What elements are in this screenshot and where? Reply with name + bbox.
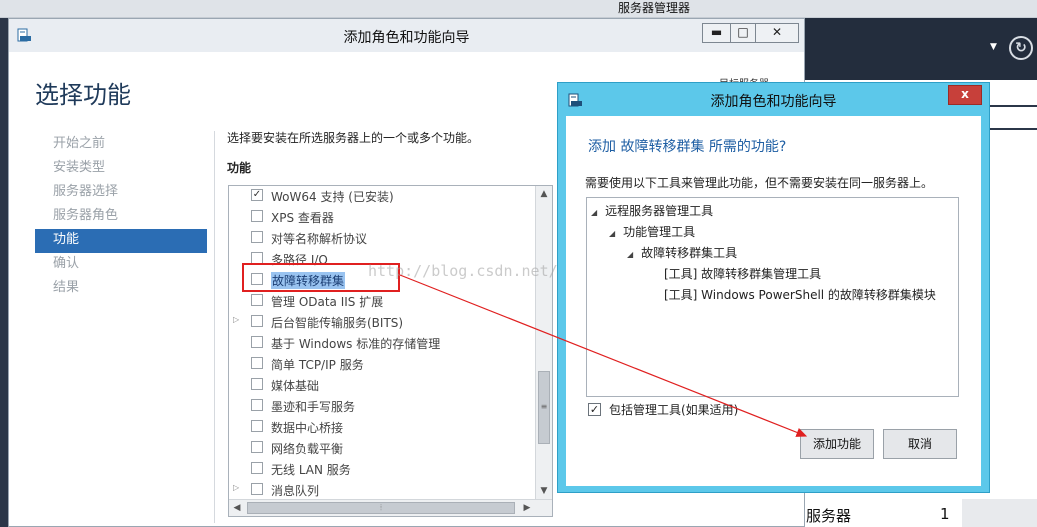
annotation-arrow (399, 274, 808, 437)
